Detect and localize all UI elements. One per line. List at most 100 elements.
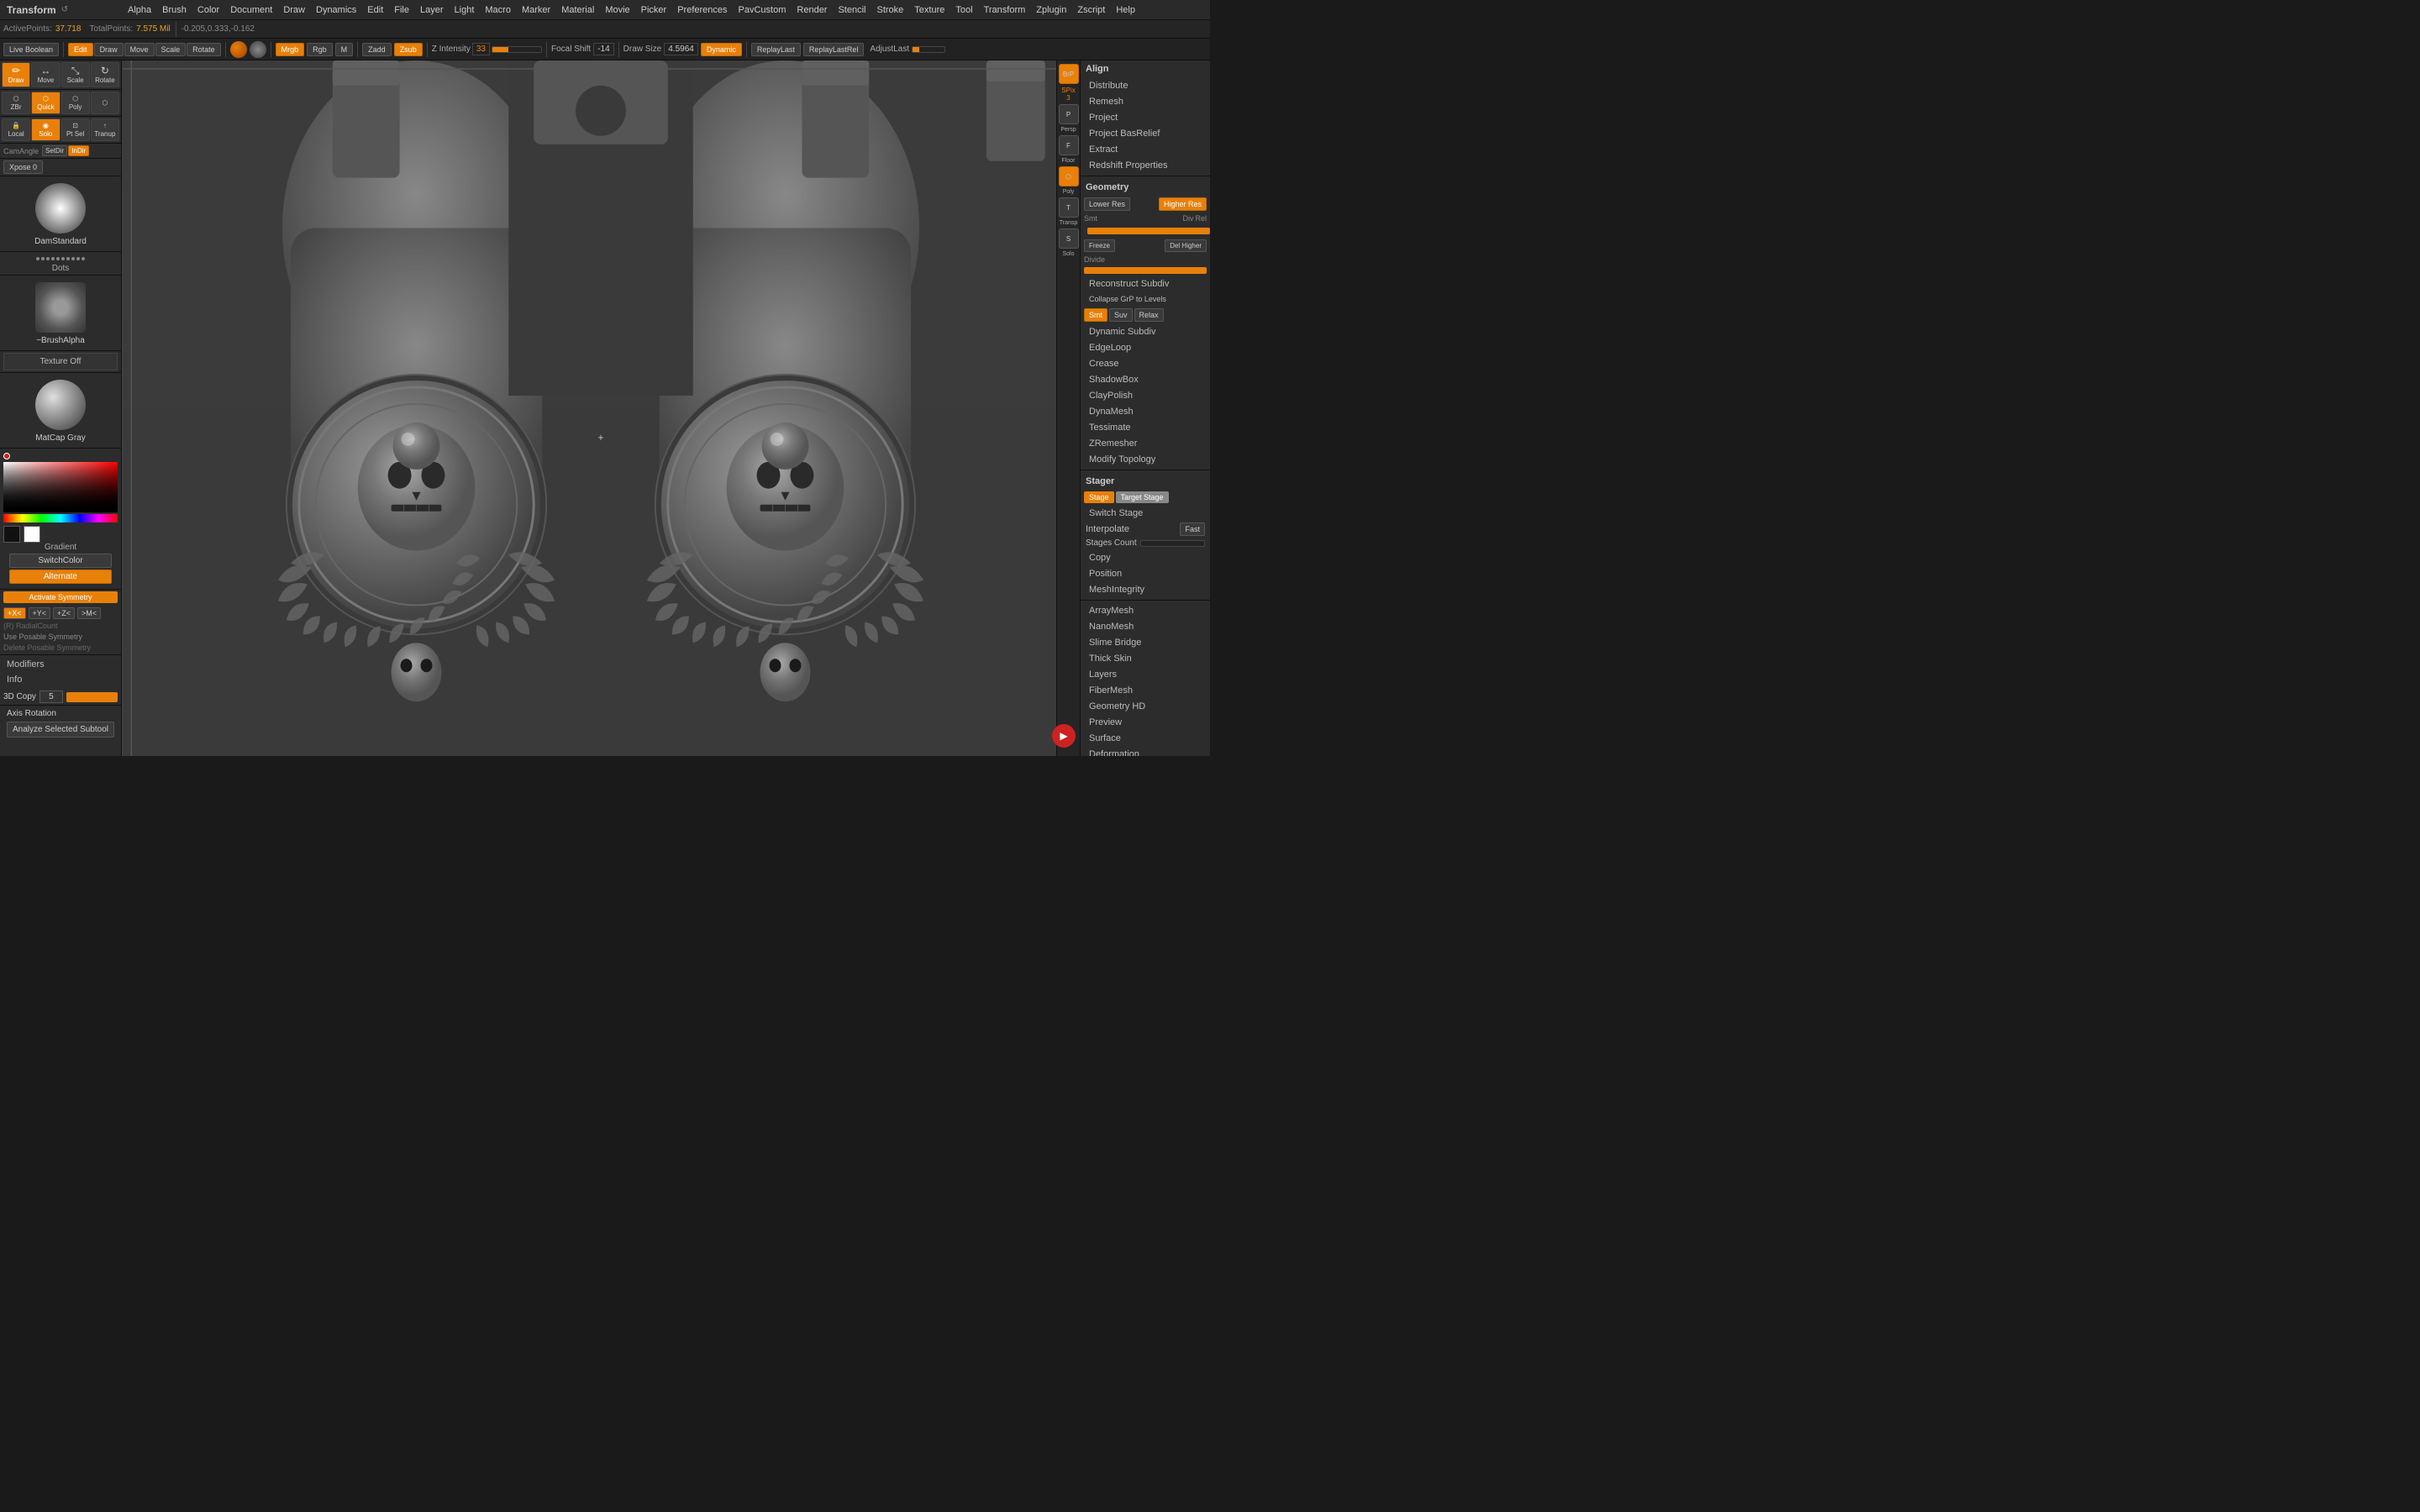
array-mesh[interactable]: ArrayMesh xyxy=(1082,603,1208,618)
menu-brush[interactable]: Brush xyxy=(157,3,192,17)
zremesher[interactable]: ZRemesher xyxy=(1082,436,1208,451)
edgeloop[interactable]: EdgeLoop xyxy=(1082,340,1208,355)
relax-btn[interactable]: Relax xyxy=(1134,308,1164,322)
menu-help[interactable]: Help xyxy=(1111,3,1140,17)
stages-track[interactable] xyxy=(1140,540,1205,547)
menu-render[interactable]: Render xyxy=(792,3,832,17)
menu-picker[interactable]: Picker xyxy=(636,3,672,17)
reconstruct-subdiv[interactable]: Reconstruct Subdiv xyxy=(1082,276,1208,291)
tranup-tool[interactable]: ↑ Tranup xyxy=(91,118,119,141)
thick-skin[interactable]: Thick Skin xyxy=(1082,651,1208,666)
alternate-btn[interactable]: Alternate xyxy=(9,570,112,584)
crease[interactable]: Crease xyxy=(1082,356,1208,371)
menu-color[interactable]: Color xyxy=(192,3,224,17)
solo-tool[interactable]: ◉ Solo xyxy=(31,118,60,141)
preview[interactable]: Preview xyxy=(1082,715,1208,730)
menu-dynamics[interactable]: Dynamics xyxy=(311,3,361,17)
rotate-btn[interactable]: Rotate xyxy=(187,43,221,56)
dynamesh[interactable]: DynaMesh xyxy=(1082,404,1208,419)
use-posable-symmetry[interactable]: Use Posable Symmetry xyxy=(3,631,118,643)
adjust-last-track[interactable] xyxy=(912,46,945,53)
redshift-props-item[interactable]: Redshift Properties xyxy=(1082,158,1208,173)
surface[interactable]: Surface xyxy=(1082,731,1208,746)
layers[interactable]: Layers xyxy=(1082,667,1208,682)
menu-draw[interactable]: Draw xyxy=(278,3,310,17)
rotate-tool[interactable]: ↻ Rotate xyxy=(91,62,119,87)
alpha-preview[interactable] xyxy=(35,282,86,333)
brp-icon-btn[interactable]: BrP xyxy=(1059,64,1079,84)
divide-slider[interactable] xyxy=(1084,267,1207,274)
replay-last-btn[interactable]: ReplayLast xyxy=(751,43,801,56)
fiber-mesh[interactable]: FiberMesh xyxy=(1082,683,1208,698)
draw-btn[interactable]: Draw xyxy=(94,43,124,56)
setdir-btn[interactable]: SetDir xyxy=(42,145,67,156)
nano-mesh[interactable]: NanoMesh xyxy=(1082,619,1208,634)
alpha-toggle-icon[interactable] xyxy=(250,41,266,58)
brush-preview-sphere[interactable] xyxy=(35,183,86,234)
zsub-btn[interactable]: Zsub xyxy=(394,43,423,56)
menu-document[interactable]: Document xyxy=(225,3,277,17)
menu-zscript[interactable]: Zscript xyxy=(1072,3,1110,17)
project-basrelief-item[interactable]: Project BasRelief xyxy=(1082,126,1208,141)
scale-tool[interactable]: ⤡ Scale xyxy=(61,62,90,87)
sym-y-btn[interactable]: +Y< xyxy=(29,607,51,619)
stage-btn[interactable]: Stage xyxy=(1084,491,1114,503)
smt-btn[interactable]: Smt xyxy=(1084,308,1107,322)
mrgb-btn[interactable]: Mrgb xyxy=(276,43,305,56)
move-btn[interactable]: Move xyxy=(124,43,155,56)
sym-z-btn[interactable]: +Z< xyxy=(53,607,75,619)
white-swatch[interactable] xyxy=(24,526,40,543)
rgb-btn[interactable]: Rgb xyxy=(307,43,333,56)
deformation[interactable]: Deformation xyxy=(1082,747,1208,756)
sym-x-btn[interactable]: +X< xyxy=(3,607,26,619)
copy3d-bar[interactable] xyxy=(66,692,118,702)
persp-btn[interactable]: P xyxy=(1059,104,1079,124)
delete-posable-symmetry[interactable]: Delete Posable Symmetry xyxy=(3,643,118,653)
zadd-btn[interactable]: Zadd xyxy=(362,43,392,56)
target-stage-btn[interactable]: Target Stage xyxy=(1116,491,1169,503)
geo-slider[interactable] xyxy=(1087,228,1210,234)
project-item[interactable]: Project xyxy=(1082,110,1208,125)
axis-rotation-label[interactable]: Axis Rotation xyxy=(3,707,118,720)
shadowbox[interactable]: ShadowBox xyxy=(1082,372,1208,387)
extract-item[interactable]: Extract xyxy=(1082,142,1208,157)
replay-last-rel-btn[interactable]: ReplayLastRel xyxy=(803,43,865,56)
menu-alpha[interactable]: Alpha xyxy=(123,3,156,17)
slime-bridge[interactable]: Slime Bridge xyxy=(1082,635,1208,650)
copy-item[interactable]: Copy xyxy=(1082,550,1208,565)
transp-btn[interactable]: T xyxy=(1059,197,1079,218)
menu-stencil[interactable]: Stencil xyxy=(833,3,871,17)
indir-btn[interactable]: InDir xyxy=(68,145,89,156)
title-refresh-icon[interactable]: ↺ xyxy=(61,5,68,14)
menu-preferences[interactable]: Preferences xyxy=(672,3,732,17)
geometry-hd[interactable]: Geometry HD xyxy=(1082,699,1208,714)
dynamic-btn[interactable]: Dynamic xyxy=(701,43,742,56)
floor-btn[interactable]: F xyxy=(1059,135,1079,155)
menu-file[interactable]: File xyxy=(389,3,414,17)
higher-res-btn[interactable]: Higher Res xyxy=(1159,197,1207,211)
quick-tool[interactable]: ⬡ Quick xyxy=(31,92,60,114)
color-sphere-icon[interactable] xyxy=(230,41,247,58)
sym-m-btn[interactable]: >M< xyxy=(77,607,101,619)
loc-tool[interactable]: 🔒 Local xyxy=(2,118,30,141)
color-gradient[interactable] xyxy=(3,462,118,512)
subscribe-btn[interactable]: ▶ xyxy=(1052,724,1076,748)
lower-res-btn[interactable]: Lower Res xyxy=(1084,197,1130,211)
menu-pavcustom[interactable]: PavCustom xyxy=(734,3,792,17)
tessimate[interactable]: Tessimate xyxy=(1082,420,1208,435)
menu-marker[interactable]: Marker xyxy=(517,3,555,17)
activate-symmetry-btn[interactable]: Activate Symmetry xyxy=(3,591,118,603)
menu-material[interactable]: Material xyxy=(556,3,599,17)
del-higher-btn[interactable]: Del Higher xyxy=(1165,239,1207,252)
menu-layer[interactable]: Layer xyxy=(415,3,449,17)
black-swatch[interactable] xyxy=(3,526,20,543)
z-intensity-track[interactable] xyxy=(492,46,542,53)
viewport[interactable] xyxy=(122,60,1080,756)
poly-btn[interactable]: ⬡ xyxy=(1059,166,1079,186)
menu-edit[interactable]: Edit xyxy=(362,3,388,17)
info-label[interactable]: Info xyxy=(3,672,118,687)
menu-stroke[interactable]: Stroke xyxy=(872,3,909,17)
dynamic-subdiv[interactable]: Dynamic Subdiv xyxy=(1082,324,1208,339)
menu-texture[interactable]: Texture xyxy=(909,3,950,17)
texture-off-btn[interactable]: Texture Off xyxy=(3,353,118,370)
